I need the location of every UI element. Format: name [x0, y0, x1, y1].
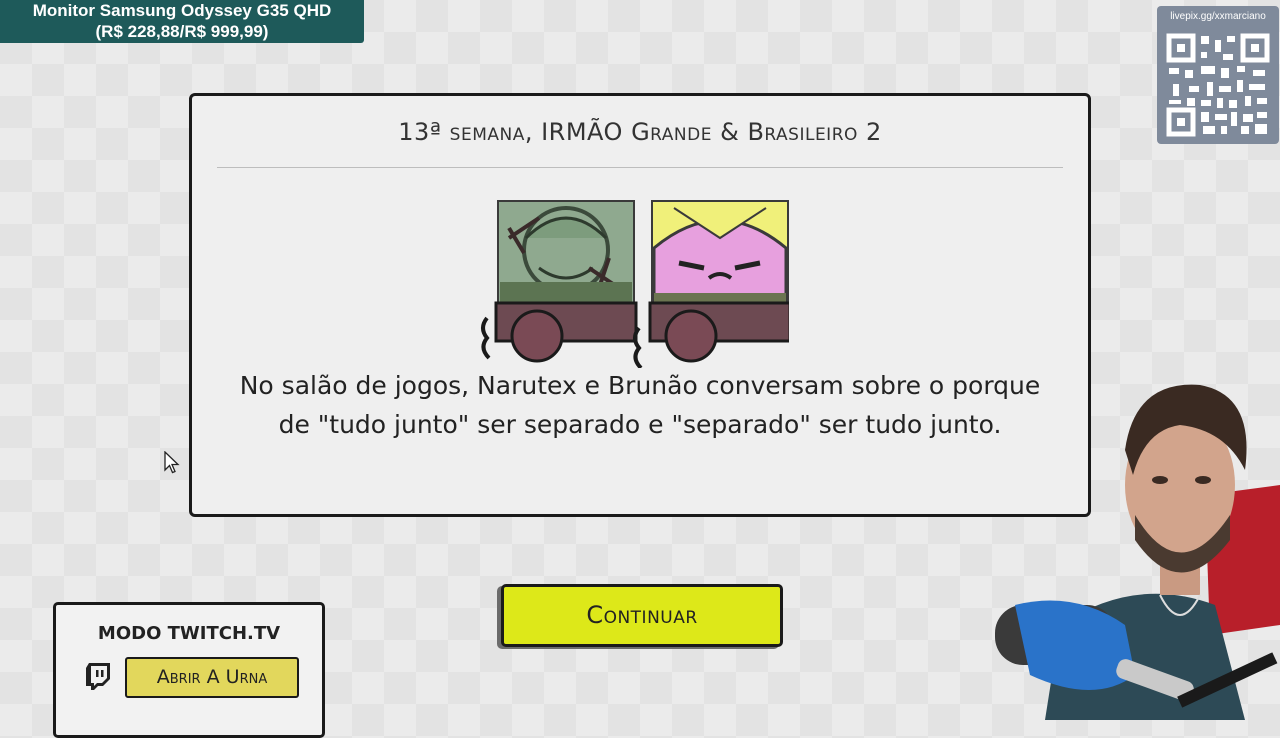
promo-price: (R$ 228,88/R$ 999,99) [95, 22, 269, 41]
faded-overlay-text [990, 16, 1150, 52]
green-character-portrait-icon [497, 200, 635, 310]
promo-product: Monitor Samsung Odyssey G35 QHD [32, 1, 332, 20]
donation-qr-panel: livepix.gg/xxmarciano [1157, 6, 1279, 144]
dialog-divider [217, 167, 1063, 168]
event-dialog: 13ª semana, IRMÃO Grande & Brasileiro 2 [189, 93, 1091, 517]
dialog-title: 13ª semana, IRMÃO Grande & Brasileiro 2 [398, 118, 882, 146]
character-portraits [479, 198, 792, 370]
qr-code-icon [1165, 32, 1271, 138]
twitch-mode-panel: MODO TWITCH.TV Abrir A Urna [53, 602, 325, 738]
pink-character-portrait-icon [651, 200, 789, 310]
streamer-webcam [995, 384, 1280, 720]
promo-banner: Monitor Samsung Odyssey G35 QHD (R$ 228,… [0, 0, 364, 43]
open-ballot-button[interactable]: Abrir A Urna [125, 657, 299, 698]
twitch-icon [86, 663, 110, 690]
dialog-message: No salão de jogos, Narutex e Brunão conv… [239, 371, 1041, 439]
continue-button[interactable]: Continuar [501, 584, 783, 647]
shackle-chains [481, 301, 792, 370]
mouse-cursor-icon [164, 451, 180, 474]
donation-url: livepix.gg/xxmarciano [1170, 11, 1266, 22]
twitch-panel-title: MODO TWITCH.TV [97, 623, 281, 644]
